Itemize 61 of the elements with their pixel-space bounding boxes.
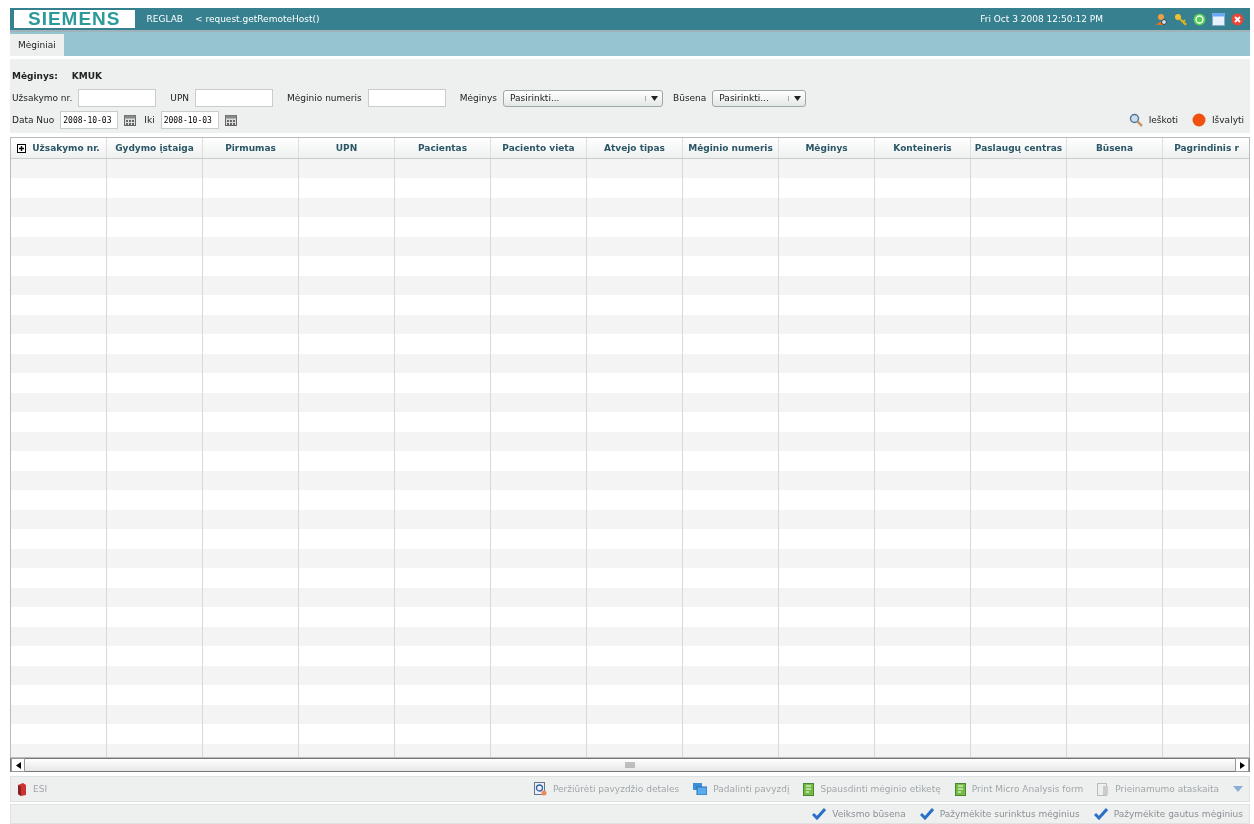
report-icon xyxy=(1097,782,1110,796)
column-header[interactable]: Pacientas xyxy=(395,138,491,158)
close-icon[interactable] xyxy=(1231,12,1244,26)
grip-icon[interactable] xyxy=(625,762,635,768)
key-icon[interactable] xyxy=(1174,12,1187,26)
select-dropdown[interactable]: Pasirinkti... xyxy=(503,89,663,107)
field-label: Iki xyxy=(144,115,155,125)
document-icon xyxy=(954,782,966,796)
column-header[interactable]: Paslaugų centras xyxy=(971,138,1067,158)
expand-icon[interactable] xyxy=(17,143,27,153)
windows-icon xyxy=(693,783,708,795)
checkmark-icon xyxy=(812,808,827,820)
left-arrow-icon[interactable] xyxy=(15,761,21,769)
calendar-icon[interactable] xyxy=(224,114,237,126)
checkmark-icon xyxy=(919,808,934,820)
section-value: KMUK xyxy=(71,71,103,81)
input-field[interactable] xyxy=(367,89,446,107)
column-header[interactable]: Užsakymo nr. xyxy=(11,138,107,158)
column-header[interactable]: Atvejo tipas xyxy=(587,138,683,158)
dropdown-arrow-icon xyxy=(793,95,801,101)
field-label: Būsena xyxy=(673,93,707,103)
dropdown-arrow-icon xyxy=(650,95,658,101)
user-magnifier-icon[interactable] xyxy=(1155,12,1168,26)
document-icon xyxy=(803,782,815,796)
horizontal-scrollbar[interactable] xyxy=(10,758,1250,772)
field-label: Užsakymo nr. xyxy=(12,93,73,103)
tab[interactable]: Mėginiai xyxy=(10,34,64,56)
checkmark-icon xyxy=(1093,808,1108,820)
column-header[interactable]: Mėginio numeris xyxy=(683,138,779,158)
column-header[interactable]: Paciento vieta xyxy=(491,138,587,158)
date-field[interactable]: 2008-10-03 xyxy=(160,111,219,129)
field-label: Mėginio numeris xyxy=(287,93,362,103)
host-text: < request.getRemoteHost() xyxy=(195,14,320,24)
help-icon[interactable] xyxy=(1193,12,1206,26)
column-header[interactable]: UPN xyxy=(299,138,395,158)
select-dropdown[interactable]: Pasirinkti... xyxy=(712,89,807,107)
search-icon xyxy=(1128,113,1143,127)
input-field[interactable] xyxy=(78,89,157,107)
input-field[interactable] xyxy=(195,89,274,107)
circle-icon xyxy=(1191,113,1206,127)
calendar-icon[interactable] xyxy=(124,114,137,126)
date-field[interactable]: 2008-10-03 xyxy=(60,111,119,129)
column-header[interactable]: Gydymo įstaiga xyxy=(107,138,203,158)
column-header[interactable]: Pirmumas xyxy=(203,138,299,158)
section-label: Mėginys: xyxy=(12,71,58,81)
date-time: Fri Oct 3 2008 12:50:12 PM xyxy=(980,14,1103,24)
field-label: Data Nuo xyxy=(12,115,55,125)
action-button[interactable]: Išvalyti xyxy=(1187,113,1248,127)
document-magnifier-icon xyxy=(533,782,547,796)
app-name: REGLAB xyxy=(146,14,183,24)
field-label: UPN xyxy=(170,93,190,103)
logo: SIEMENS xyxy=(14,10,135,28)
column-header[interactable]: Pagrindinis r xyxy=(1163,138,1249,158)
column-header[interactable]: Būsena xyxy=(1067,138,1163,158)
right-arrow-icon[interactable] xyxy=(1239,761,1245,769)
column-header[interactable]: Mėginys xyxy=(779,138,875,158)
column-header[interactable]: Konteineris xyxy=(875,138,971,158)
field-label: Mėginys xyxy=(459,93,497,103)
window-icon[interactable] xyxy=(1212,12,1225,26)
book-icon xyxy=(17,782,27,796)
action-button[interactable]: Ieškoti xyxy=(1124,113,1182,127)
